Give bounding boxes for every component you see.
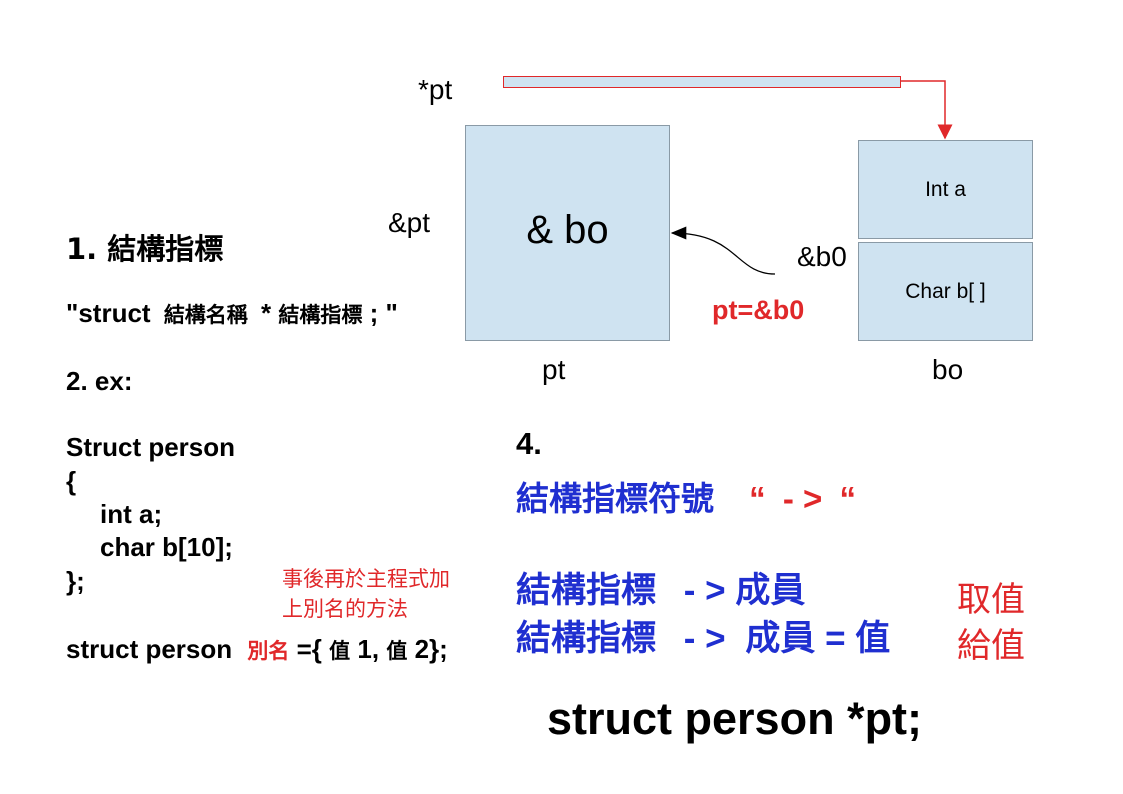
pt-box-text: & bo xyxy=(526,207,609,252)
get-value-line: 結構指標 - > 成員 xyxy=(516,562,805,613)
get-label: 取值 xyxy=(957,580,1025,620)
symbol-title-line: 結構指標符號 “ - > “ xyxy=(516,472,856,520)
symbol-open-quote: “ xyxy=(749,480,766,517)
code-line-5: }; xyxy=(66,566,85,596)
decl-v2: 值 xyxy=(386,639,408,663)
pointer-label: *pt xyxy=(418,74,453,105)
decl-v1: 值 xyxy=(329,639,351,663)
item-number: 4. xyxy=(516,426,542,461)
row2-arrow: - > xyxy=(683,619,726,658)
decl-2: 2}; xyxy=(414,634,448,664)
decl-alias: 別名 xyxy=(247,639,290,663)
syntax-line: "struct 結構名稱 * 結構指標 ; " xyxy=(66,298,398,329)
note-line-1: 事後再於主程式加 xyxy=(282,567,450,591)
ex-label: 2. ex: xyxy=(66,366,133,396)
symbol-close-quote: “ xyxy=(839,480,856,517)
pointer-arrow xyxy=(900,80,953,140)
decl-1: 1, xyxy=(357,634,380,664)
b0-address-label: &b0 xyxy=(797,241,847,272)
address-label: &pt xyxy=(388,207,431,238)
alias-decl-line: struct person 別名 ={ 值 1, 值 2}; xyxy=(66,634,448,665)
section-title: 1. 結構指標 xyxy=(66,226,223,268)
decl-eq: ={ xyxy=(296,634,322,664)
assign-text: pt=&b0 xyxy=(712,295,805,325)
row2-val: 值 xyxy=(855,619,891,659)
pt-caption: pt xyxy=(542,354,566,385)
pointer-bar xyxy=(503,76,901,88)
code-line-1: Struct person xyxy=(66,432,236,462)
section-title-text: 1. 結構指標 xyxy=(66,232,224,266)
bo-caption: bo xyxy=(932,354,964,385)
row1-member: 成員 xyxy=(735,571,806,611)
set-label: 給值 xyxy=(957,626,1025,666)
pt-box: & bo xyxy=(465,125,670,341)
decl-prefix: struct person xyxy=(66,634,233,664)
row1-ptr: 結構指標 xyxy=(516,571,657,611)
row2-eq: = xyxy=(825,619,846,658)
syntax-ptr: 結構指標 xyxy=(278,303,363,327)
set-value-line: 結構指標 - > 成員 = 值 xyxy=(516,610,890,661)
syntax-star: * xyxy=(261,298,272,328)
row1-arrow: - > xyxy=(683,571,726,610)
member-a-box: Int a xyxy=(858,140,1033,239)
member-b-label: Char b[ ] xyxy=(905,279,986,303)
code-line-4: char b[10]; xyxy=(100,532,233,562)
member-b-box: Char b[ ] xyxy=(858,242,1033,341)
assign-arrow xyxy=(670,226,776,275)
row2-member: 成員 xyxy=(745,619,816,659)
note-line-2: 上別名的方法 xyxy=(282,597,408,621)
syntax-end: ; " xyxy=(369,298,398,328)
member-a-label: Int a xyxy=(925,177,966,201)
syntax-name: 結構名稱 xyxy=(163,303,248,327)
code-line-3: int a; xyxy=(100,499,163,529)
symbol-title: 結構指標符號 xyxy=(516,479,714,518)
diagram-connectors xyxy=(670,80,953,275)
syntax-prefix: "struct xyxy=(66,298,151,328)
code-line-2: { xyxy=(66,466,77,496)
pointer-declaration: struct person *pt; xyxy=(547,693,923,744)
symbol-arrow: - > xyxy=(782,480,823,517)
row2-ptr: 結構指標 xyxy=(516,619,657,659)
